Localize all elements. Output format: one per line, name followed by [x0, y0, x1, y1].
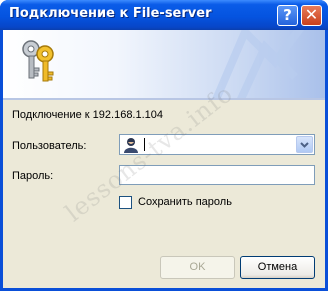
help-button[interactable]: ?	[277, 5, 298, 26]
connect-dialog: Подключение к File-server ? ✕ Подключени…	[0, 0, 328, 291]
user-label: Пользователь:	[12, 140, 87, 152]
remember-password-checkbox[interactable]	[119, 196, 132, 209]
close-button[interactable]: ✕	[301, 5, 322, 26]
keys-icon	[22, 40, 54, 82]
cancel-button[interactable]: Отмена	[240, 256, 315, 279]
ok-button[interactable]: OK	[160, 256, 235, 279]
chevron-down-icon	[300, 142, 309, 148]
title-bar[interactable]: Подключение к File-server ? ✕	[0, 0, 328, 30]
remember-password-label[interactable]: Сохранить пароль	[138, 196, 232, 208]
user-dropdown-button[interactable]	[296, 136, 313, 153]
window-title: Подключение к File-server	[9, 6, 212, 21]
connect-text: Подключение к 192.168.1.104	[12, 109, 164, 121]
password-label: Пароль:	[12, 170, 54, 182]
banner-separator	[3, 98, 325, 100]
banner	[3, 30, 325, 98]
